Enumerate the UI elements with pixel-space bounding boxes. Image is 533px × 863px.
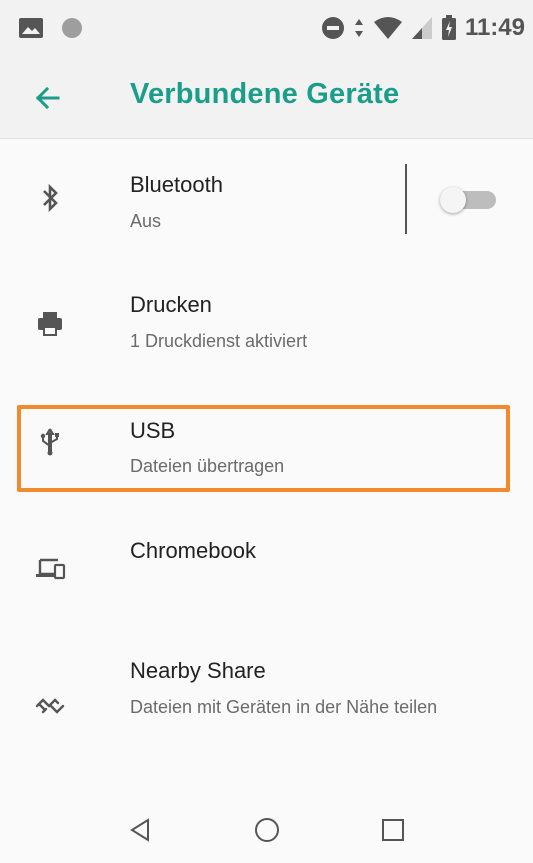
list-item-subtitle: Dateien mit Geräten in der Nähe teilen	[130, 697, 438, 717]
devices-icon	[36, 558, 66, 580]
data-arrows-icon	[354, 19, 363, 37]
list-item-chromebook[interactable]: Chromebook	[0, 498, 533, 628]
circle-icon	[62, 18, 82, 38]
printer-icon	[38, 312, 62, 336]
back-triangle-icon	[130, 818, 149, 842]
list-item-title: Drucken	[130, 292, 212, 317]
image-icon	[19, 18, 43, 38]
battery-icon	[441, 15, 456, 40]
list-item-bluetooth[interactable]: Bluetooth Aus	[0, 138, 533, 268]
nav-recents-button[interactable]	[373, 810, 413, 850]
list-item-nearby-share[interactable]: Nearby Share Dateien mit Geräten in der …	[0, 628, 533, 788]
list-item-drucken[interactable]: Drucken 1 Druckdienst aktiviert	[0, 268, 533, 398]
back-button[interactable]	[28, 80, 68, 116]
arrow-left-icon	[35, 86, 60, 110]
list-item-title: Nearby Share	[130, 658, 266, 683]
status-time: 11:49	[464, 14, 525, 41]
signal-icon	[411, 17, 432, 39]
nav-home-button[interactable]	[247, 810, 287, 850]
status-bar: 11:49	[0, 0, 533, 58]
nearby-share-icon	[35, 698, 65, 714]
wifi-icon	[373, 17, 402, 39]
page-title: Verbundene Geräte	[130, 78, 400, 110]
bluetooth-icon	[43, 183, 58, 213]
highlight-box	[17, 405, 510, 492]
navigation-bar	[0, 810, 533, 863]
list-item-title: Chromebook	[130, 538, 256, 563]
list-item-title: Bluetooth	[130, 172, 223, 197]
do-not-disturb-icon	[321, 17, 344, 39]
bluetooth-toggle[interactable]	[436, 185, 498, 213]
home-circle-icon	[255, 818, 279, 842]
app-bar: Verbundene Geräte	[0, 58, 533, 139]
toggle-thumb	[440, 187, 466, 213]
recents-square-icon	[382, 819, 404, 841]
divider	[405, 164, 407, 234]
nav-back-button[interactable]	[120, 810, 160, 850]
list-item-subtitle: 1 Druckdienst aktiviert	[130, 331, 308, 351]
